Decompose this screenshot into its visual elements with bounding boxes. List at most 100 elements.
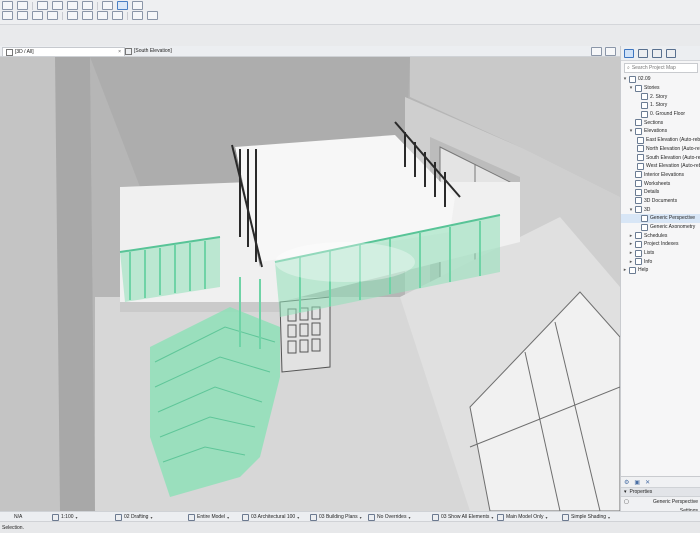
structural-value: Main Model Only [506, 514, 544, 520]
chevron-right-icon[interactable]: ▸ [629, 250, 633, 256]
tree-item[interactable]: West Elevation (Auto-rebuild Model) [621, 162, 700, 171]
tree-item[interactable]: ▾ 3D [621, 205, 700, 214]
model-view-field[interactable]: 03 Building Plans ▾ [310, 513, 362, 521]
reference-icon[interactable] [147, 11, 158, 20]
tree-item[interactable]: ▾ 02.09 [621, 75, 700, 84]
suspend-groups-icon[interactable] [112, 11, 123, 20]
tree-item-label: 2. Story [650, 93, 668, 100]
tree-item-label: East Elevation (Auto-rebuild Model) [646, 137, 700, 144]
folder-icon [641, 101, 648, 109]
tree-item-label: Elevations [644, 128, 668, 135]
tree-item[interactable]: ▸ Schedules [621, 231, 700, 240]
tree-item[interactable]: Details [621, 188, 700, 197]
ungroup-icon[interactable] [97, 11, 108, 20]
tree-item[interactable]: ▸ Lists [621, 249, 700, 258]
3d-view-icon[interactable] [117, 1, 128, 10]
settings-icon[interactable]: ⚙ [624, 479, 629, 486]
properties-value: Generic Perspective [652, 498, 698, 505]
view-map-icon[interactable] [638, 48, 648, 58]
folder-icon [641, 223, 648, 231]
chevron-down-icon[interactable]: ▾ [629, 85, 633, 91]
main-toolbar [0, 0, 700, 25]
search-project-map[interactable]: ⌕ Search Project Map [624, 63, 698, 73]
layers-icon [115, 513, 122, 521]
layout-icon[interactable] [132, 1, 143, 10]
tree-item[interactable]: ▾ Elevations [621, 127, 700, 136]
chevron-down-icon[interactable]: ▾ [623, 76, 627, 82]
clone-icon[interactable]: ▣ [634, 479, 640, 486]
pick-up-icon[interactable] [67, 1, 78, 10]
project-tree: ▾ 02.09 ▾ Stories 2. Story 1. Story 0. Ground … [621, 75, 700, 275]
tab-list-icon[interactable] [605, 47, 616, 56]
tree-item-label: Lists [644, 250, 655, 257]
tree-item[interactable]: ▸ Project Indexes [621, 240, 700, 249]
tree-item[interactable]: 1. Story [621, 101, 700, 110]
pan-icon[interactable] [17, 11, 28, 20]
tree-item[interactable]: East Elevation (Auto-rebuild Model) [621, 136, 700, 145]
zoom-field[interactable]: N/A [14, 513, 22, 521]
chevron-right-icon[interactable]: ▸ [629, 233, 633, 239]
structural-field[interactable]: Main Model Only ▾ [497, 513, 548, 521]
orbit-icon[interactable] [2, 11, 13, 20]
model-field[interactable]: Entire Model ▾ [188, 513, 229, 521]
delete-icon[interactable]: ✕ [645, 479, 650, 486]
3d-viewport[interactable] [0, 57, 620, 511]
tree-item[interactable]: Sections [621, 118, 700, 127]
scissors-icon[interactable] [37, 1, 48, 10]
tree-item[interactable]: Generic Axonometry [621, 223, 700, 232]
find-select-icon[interactable] [52, 1, 63, 10]
renovation-field[interactable]: 03 Show All Elements ▾ [432, 513, 493, 521]
inject-icon[interactable] [82, 1, 93, 10]
layer-combo-field[interactable]: 02 Drafting ▾ [115, 513, 152, 521]
tree-item[interactable]: Interior Elevations [621, 171, 700, 180]
layout-book-icon[interactable] [652, 48, 662, 58]
tree-item[interactable]: Worksheets [621, 179, 700, 188]
publisher-sets-icon[interactable] [666, 48, 676, 58]
tree-item[interactable]: ▸ Help [621, 266, 700, 275]
group-icon[interactable] [82, 11, 93, 20]
tab-3d-all[interactable]: [3D / All] × [2, 47, 125, 56]
navigator-actions: ⚙ ▣ ✕ [621, 477, 700, 487]
chevron-down-icon[interactable]: ▾ [629, 128, 633, 134]
chevron-right-icon[interactable]: ▸ [629, 241, 633, 247]
fit-window-icon[interactable] [47, 11, 58, 20]
chevron-right-icon[interactable]: ▸ [623, 267, 627, 273]
tree-item[interactable]: ▸ Info [621, 257, 700, 266]
tree-item-label: 0. Ground Floor [650, 111, 686, 118]
project-map-icon[interactable] [624, 48, 634, 58]
tree-item[interactable]: South Elevation (Auto-rebuild Model) [621, 153, 700, 162]
trace-icon[interactable] [132, 11, 143, 20]
folder-icon [635, 127, 642, 135]
chevron-down-icon: ▾ [408, 514, 411, 520]
redo-icon[interactable] [17, 1, 28, 10]
tree-item[interactable]: ▾ Stories [621, 84, 700, 93]
tree-item[interactable]: 2. Story [621, 92, 700, 101]
tree-item-label: 1. Story [650, 102, 668, 109]
3d-model-render[interactable] [0, 57, 620, 511]
overrides-value: No Overrides [377, 514, 407, 520]
camera-icon[interactable] [67, 11, 78, 20]
tree-item-label: Interior Elevations [644, 171, 685, 178]
left-wall-shadow [55, 57, 95, 511]
overrides-field[interactable]: No Overrides ▾ [368, 513, 410, 521]
pen-set-field[interactable]: 03 Architectural 100 ▾ [242, 513, 299, 521]
tree-item[interactable]: 0. Ground Floor [621, 110, 700, 119]
search-icon: ⌕ [627, 65, 630, 71]
close-icon[interactable]: × [118, 49, 121, 55]
tree-item[interactable]: 3D Documents [621, 197, 700, 206]
tab-menu-icon[interactable] [591, 47, 602, 56]
tab-south-elevation[interactable]: [South Elevation] [122, 47, 233, 55]
folder-icon [641, 214, 648, 222]
shading-field[interactable]: Simple Shading ▾ [562, 513, 610, 521]
tree-item[interactable]: North Elevation (Auto-rebuild Model) [621, 145, 700, 154]
scale-field[interactable]: 1:100 ▾ [52, 513, 78, 521]
chevron-down-icon[interactable]: ▾ [624, 489, 627, 495]
undo-icon[interactable] [2, 1, 13, 10]
tree-item-label: Details [644, 189, 660, 196]
chevron-right-icon[interactable]: ▸ [629, 259, 633, 265]
plan-view-icon[interactable] [102, 1, 113, 10]
model-view-icon [310, 513, 317, 521]
zoom-icon[interactable] [32, 11, 43, 20]
chevron-down-icon[interactable]: ▾ [629, 207, 633, 213]
tree-item[interactable]: Generic Perspective [621, 214, 700, 223]
